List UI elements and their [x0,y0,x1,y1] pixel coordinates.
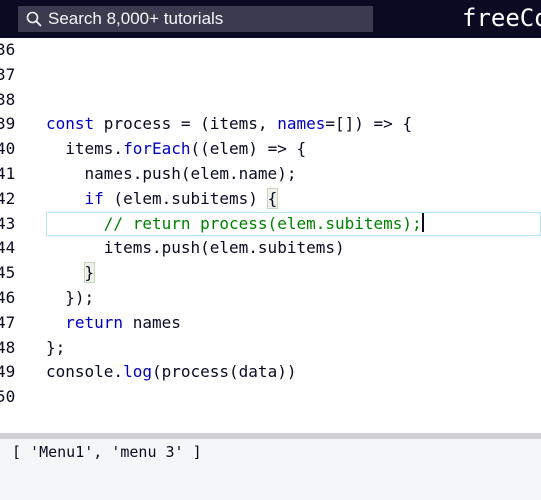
code-token: names [123,312,181,332]
code-line[interactable]: 38 [0,88,541,113]
code-text[interactable]: }; [46,336,65,361]
code-keyword: if [84,188,104,208]
search-icon [26,11,42,27]
code-line[interactable]: 47 return names [0,311,541,336]
code-line[interactable]: 41 names.push(elem.name); [0,162,541,187]
code-token: process = (items, [94,114,278,134]
code-line[interactable]: 43 // return process(elem.subitems); [0,211,541,237]
code-token: forEach [123,139,191,159]
code-text[interactable]: items.push(elem.subitems) [46,236,345,261]
line-number: 42 [0,188,16,208]
code-token: =[]) => { [325,114,413,134]
line-number: 36 [0,40,16,59]
code-text[interactable]: items.forEach((elem) => { [46,137,306,162]
code-text[interactable]: names.push(elem.name); [46,162,297,187]
line-number: 38 [0,89,16,109]
code-text[interactable]: } [46,261,96,286]
code-comment: // return process(elem.subitems); [103,213,422,233]
code-token: }; [46,337,66,357]
line-number: 45 [0,263,16,283]
top-navigation-bar: Search 8,000+ tutorials freeCodeCamp [0,0,541,38]
code-line[interactable]: 48}; [0,336,541,361]
line-number: 44 [0,238,16,258]
code-line[interactable]: 49 console.log(process(data)) [0,360,541,385]
code-token: (elem.subitems) [103,188,268,208]
matched-bracket: { [266,187,279,209]
code-token: (process(data)) [151,362,297,382]
line-number: 46 [0,288,16,307]
code-text[interactable]: }); [46,286,94,311]
code-line[interactable]: 50 [0,385,541,410]
code-text[interactable]: return names [46,311,181,336]
code-line[interactable]: 44 items.push(elem.subitems) [0,236,541,261]
line-number: 47 [0,312,16,332]
code-token: items.push(elem.subitems) [46,238,345,258]
search-bar[interactable]: Search 8,000+ tutorials [18,6,373,32]
code-line[interactable]: 37 [0,63,541,88]
code-token: names.push(elem.name); [46,164,297,183]
freecodecamp-logo[interactable]: freeCodeCamp [462,2,541,34]
line-number: 41 [0,164,16,183]
code-line[interactable]: 40 items.forEach((elem) => { [0,137,541,162]
code-editor[interactable]: 36 37 38 39 const process = (items, names=[]… [0,38,541,433]
code-keyword: return [65,312,124,332]
code-line[interactable]: 46 }); [0,286,541,311]
code-token: items. [46,139,124,159]
console-output: [ 'Menu1', 'menu 3' ] [12,443,202,461]
text-cursor [421,212,424,232]
line-number: 43 [0,213,16,233]
code-text[interactable]: const process = (items, names=[]) => { [46,112,412,137]
line-number: 50 [0,387,16,407]
code-keyword: names [277,114,326,134]
code-text[interactable]: console.log(process(data)) [46,360,296,385]
matched-bracket: } [83,262,96,284]
code-line[interactable]: 45 } [0,261,541,286]
code-line[interactable]: 36 [0,38,541,63]
console-panel: [ 'Menu1', 'menu 3' ] [0,439,541,500]
code-keyword: const [46,114,95,134]
line-number: 49 [0,362,16,382]
line-number: 39 [0,114,16,134]
code-text[interactable]: // return process(elem.subitems); [46,212,424,237]
line-number: 37 [0,64,16,84]
code-token: log [123,362,152,382]
line-number: 40 [0,139,16,159]
code-text[interactable]: if (elem.subitems) { [46,187,279,212]
code-token: console. [46,362,124,382]
line-number: 48 [0,337,16,357]
code-token: }); [46,288,95,307]
code-line[interactable]: 42 if (elem.subitems) { [0,187,541,212]
search-input[interactable]: Search 8,000+ tutorials [48,6,223,32]
code-line[interactable]: 39 const process = (items, names=[]) => { [0,112,541,137]
code-token: ((elem) => { [190,139,307,159]
